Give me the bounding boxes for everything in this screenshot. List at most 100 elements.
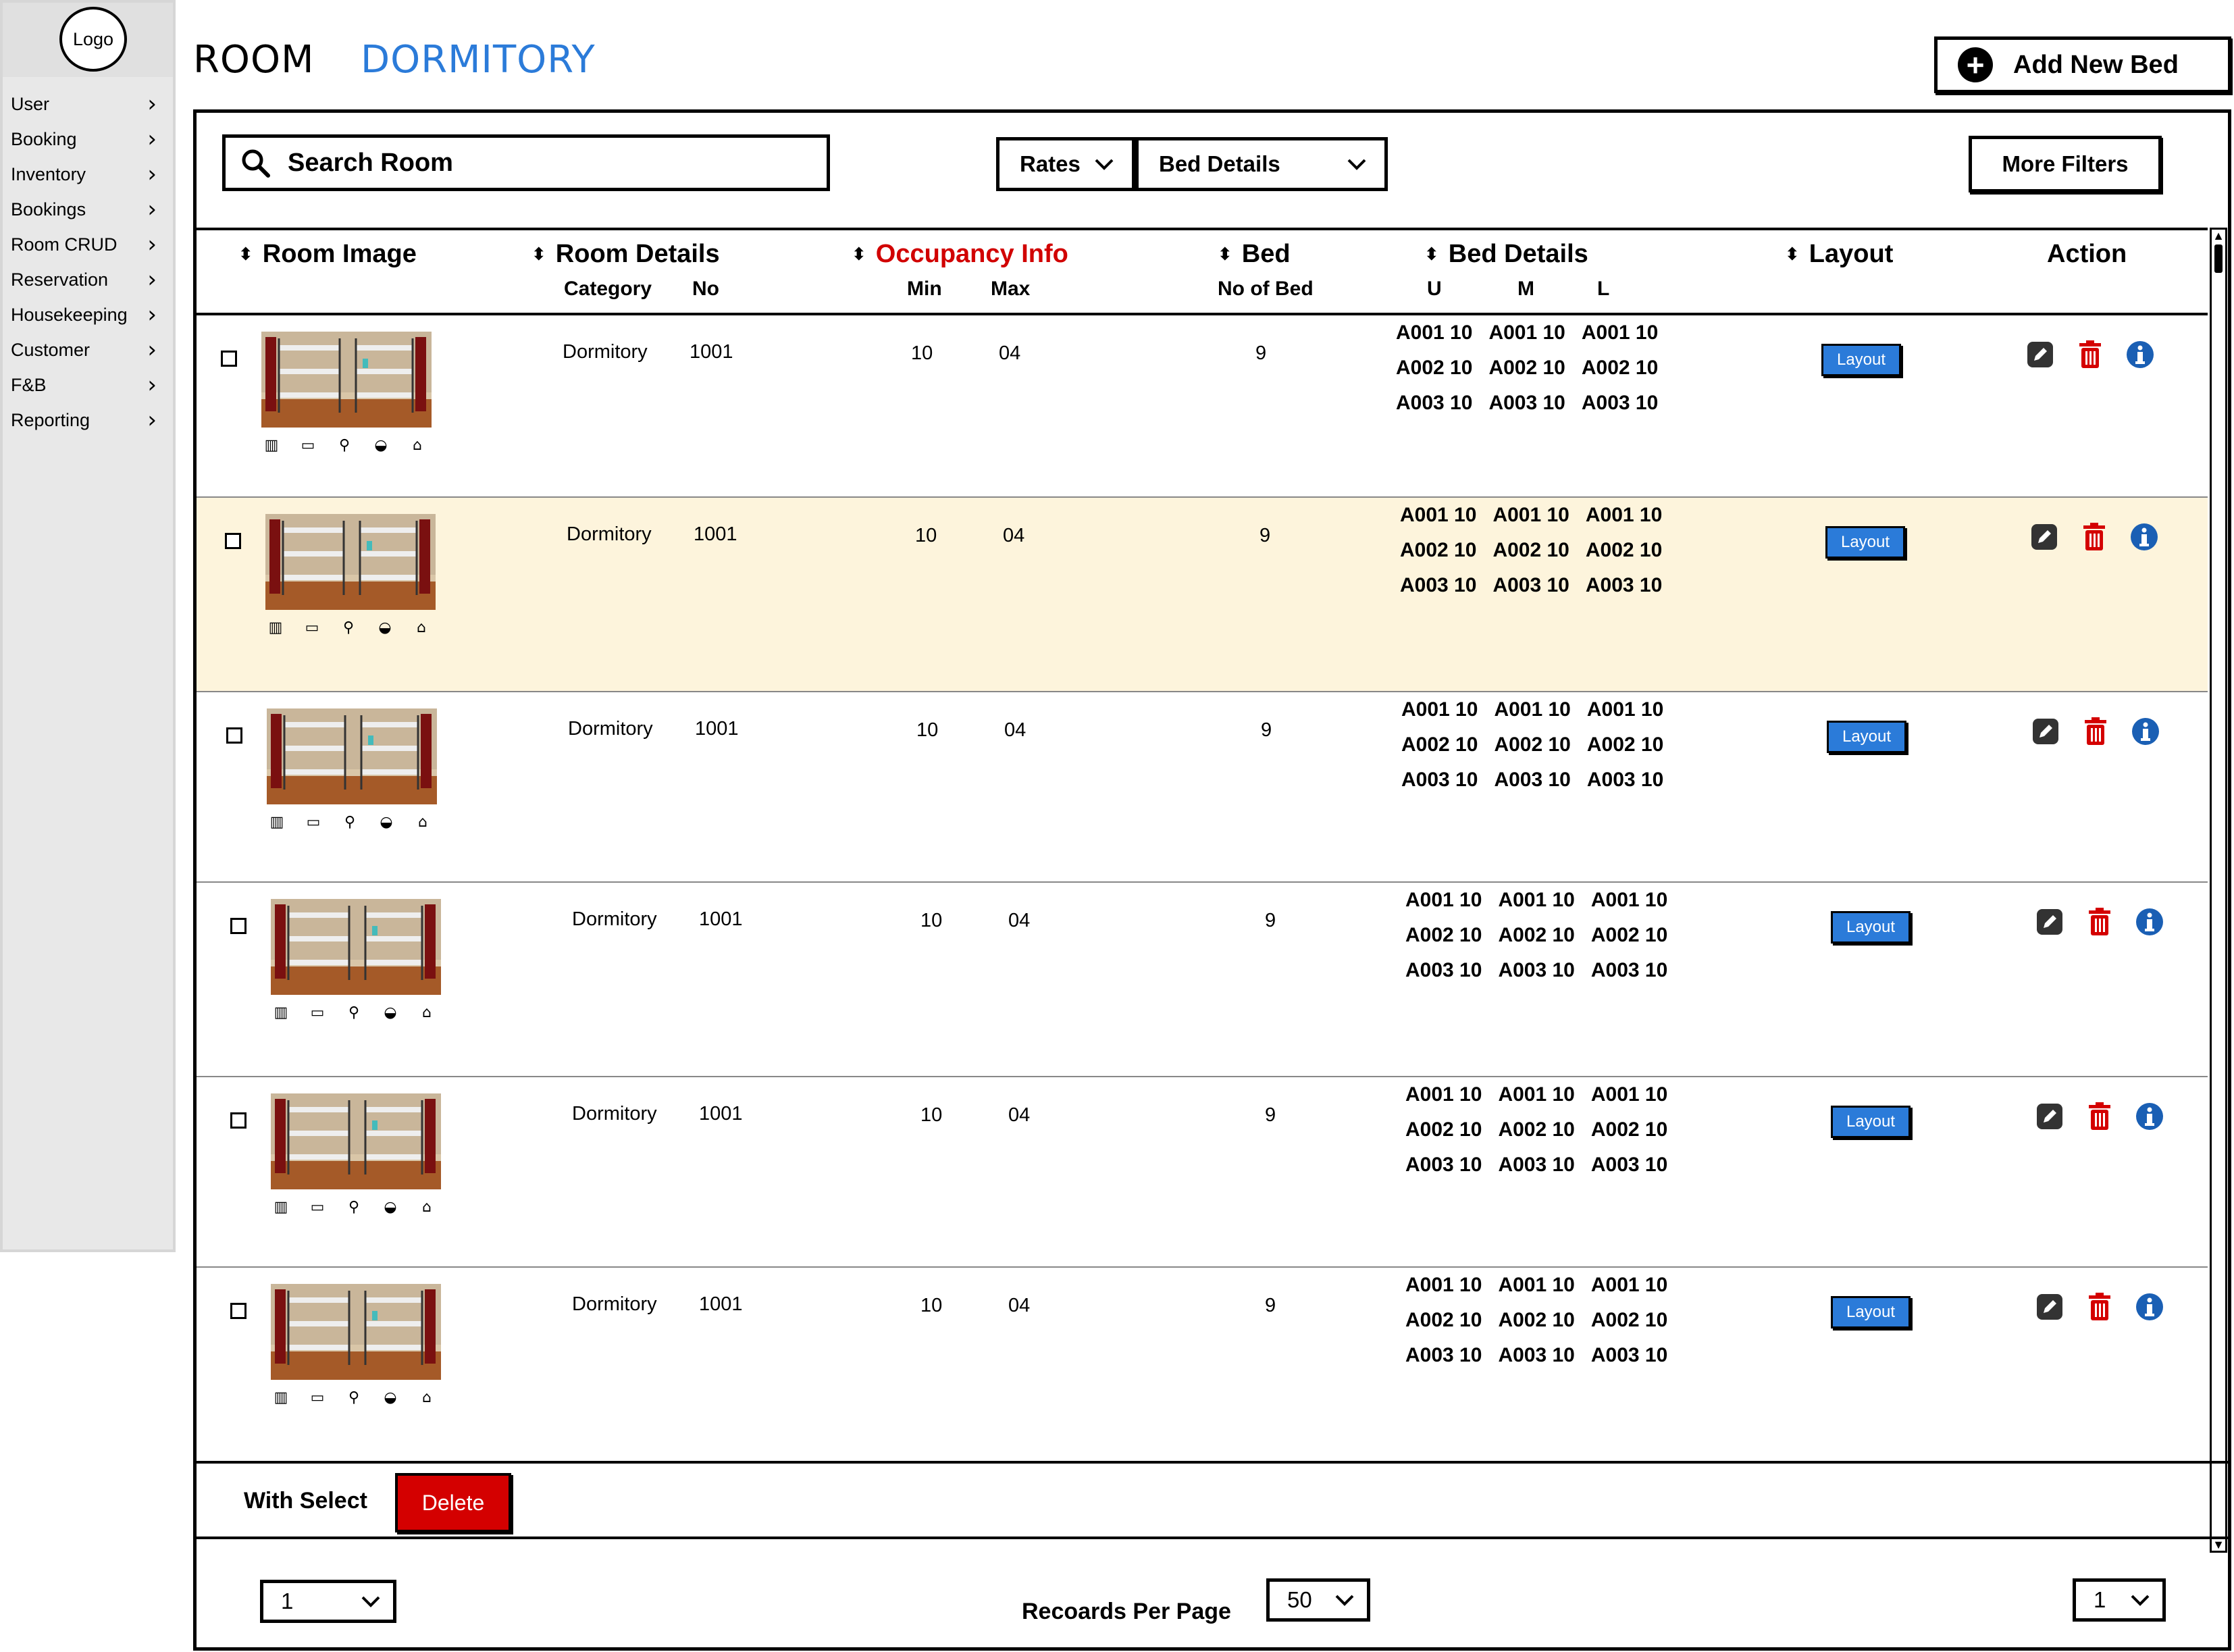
sort-icon[interactable]: ⬍	[1218, 246, 1232, 263]
table-row: ▥ ▭ ⚲ ◒ ⌂ Dormitory 1001 10 04 9 A001 10 A001…	[197, 1077, 2208, 1268]
info-icon[interactable]	[2125, 340, 2155, 369]
trash-icon[interactable]	[2081, 717, 2110, 746]
air-conditioner-icon: ▭	[310, 1199, 325, 1216]
info-icon[interactable]	[2135, 907, 2164, 937]
sidebar-item-bookings[interactable]: Bookings ›	[3, 192, 173, 227]
table-row: ▥ ▭ ⚲ ◒ ⌂ Dormitory 1001 10 04 9 A001 10 A001…	[197, 498, 2208, 692]
bed-code: A002 10	[1400, 539, 1477, 561]
row-checkbox[interactable]	[230, 918, 246, 934]
wardrobe-icon: ▥	[274, 1199, 288, 1216]
sidebar-item-customer[interactable]: Customer ›	[3, 332, 173, 367]
sort-icon[interactable]: ⬍	[852, 246, 866, 263]
info-icon[interactable]	[2129, 522, 2159, 552]
row-checkbox[interactable]	[226, 727, 242, 744]
table-row: ▥ ▭ ⚲ ◒ ⌂ Dormitory 1001 10 04 9 A001 10 A001…	[197, 692, 2208, 883]
header-bed-details[interactable]: ⬍ Bed Details	[1424, 240, 1588, 269]
bed-details-dropdown[interactable]: Bed Details	[1135, 137, 1388, 191]
bed-code: A002 10	[1492, 539, 1569, 561]
records-per-page-select[interactable]: 50	[1266, 1578, 1370, 1622]
no-of-bed-cell: 9	[1261, 719, 1272, 741]
sort-icon[interactable]: ⬍	[1424, 246, 1439, 263]
trash-icon[interactable]	[2085, 1102, 2114, 1131]
layout-button[interactable]: Layout	[1825, 526, 1905, 559]
sidebar-item-inventory[interactable]: Inventory ›	[3, 157, 173, 192]
edit-icon[interactable]	[2025, 340, 2055, 369]
info-icon[interactable]	[2135, 1292, 2164, 1322]
more-filters-button[interactable]: More Filters	[1969, 136, 2162, 192]
sidebar-item-booking[interactable]: Booking ›	[3, 122, 173, 157]
header-label: Room Image	[262, 240, 417, 268]
layout-button[interactable]: Layout	[1827, 721, 1906, 753]
scroll-thumb[interactable]	[2214, 244, 2223, 273]
layout-button[interactable]: Layout	[1831, 1106, 1911, 1138]
sort-icon[interactable]: ⬍	[1785, 246, 1800, 263]
scroll-down-icon[interactable]: ▼	[2212, 1539, 2225, 1551]
table-row: ▥ ▭ ⚲ ◒ ⌂ Dormitory 1001 10 04 9 A001 10 A001…	[197, 1268, 2208, 1461]
header-room-details[interactable]: ⬍ Room Details	[531, 240, 720, 269]
room-thumbnail[interactable]	[261, 332, 432, 428]
bed-code: A002 10	[1405, 924, 1482, 946]
edit-icon[interactable]	[2035, 1292, 2064, 1322]
delete-button[interactable]: Delete	[395, 1473, 511, 1532]
add-new-bed-button[interactable]: + Add New Bed	[1934, 36, 2231, 93]
bicycle-icon: ⚲	[338, 437, 350, 454]
rates-dropdown[interactable]: Rates	[996, 137, 1135, 191]
subheader-max: Max	[991, 278, 1031, 300]
sort-icon[interactable]: ⬍	[531, 246, 546, 263]
sidebar-item-reporting[interactable]: Reporting ›	[3, 403, 173, 438]
edit-icon[interactable]	[2035, 907, 2064, 937]
edit-icon[interactable]	[2035, 1102, 2064, 1131]
room-thumbnail[interactable]	[267, 708, 437, 804]
no-of-bed-cell: 9	[1265, 910, 1276, 931]
sidebar-item-housekeeping[interactable]: Housekeeping ›	[3, 297, 173, 332]
header-room-image[interactable]: ⬍ Room Image	[238, 240, 417, 269]
header-layout[interactable]: ⬍ Layout	[1785, 240, 1893, 269]
sidebar-item-user[interactable]: User ›	[3, 86, 173, 122]
sidebar-item-reservation[interactable]: Reservation ›	[3, 262, 173, 297]
bed-line: A003 10 A003 10 A003 10	[1405, 1338, 1667, 1373]
room-thumbnail[interactable]	[271, 899, 441, 995]
room-thumbnail[interactable]	[271, 1093, 441, 1189]
header-label: Bed Details	[1448, 240, 1588, 268]
bed-code: A002 10	[1498, 924, 1575, 946]
page-select-left[interactable]: 1	[260, 1580, 396, 1623]
row-checkbox[interactable]	[230, 1112, 246, 1129]
header-label: Layout	[1809, 240, 1894, 268]
bed-code: A003 10	[1396, 392, 1473, 414]
edit-icon[interactable]	[2031, 717, 2060, 746]
bed-details-cell: A001 10 A001 10 A001 10 A002 10 A002 10 A002 …	[1405, 883, 1667, 988]
row-checkbox[interactable]	[225, 533, 241, 549]
vertical-scrollbar[interactable]: ▲ ▼	[2210, 228, 2227, 1553]
header-occupancy[interactable]: ⬍ Occupancy Info	[852, 240, 1068, 269]
scroll-up-icon[interactable]: ▲	[2212, 230, 2225, 242]
trash-icon[interactable]	[2079, 522, 2109, 552]
sort-icon[interactable]: ⬍	[238, 246, 253, 263]
layout-button[interactable]: Layout	[1821, 344, 1901, 376]
trash-icon[interactable]	[2085, 1292, 2114, 1322]
search-input[interactable]: Search Room	[222, 134, 830, 191]
header-bed[interactable]: ⬍ Bed	[1218, 240, 1291, 269]
info-icon[interactable]	[2131, 717, 2160, 746]
layout-button[interactable]: Layout	[1831, 911, 1911, 944]
sidebar-item-fnb[interactable]: F&B ›	[3, 367, 173, 403]
hanger-icon: ⌂	[418, 814, 427, 831]
sidebar-item-room-crud[interactable]: Room CRUD ›	[3, 227, 173, 262]
trash-icon[interactable]	[2075, 340, 2105, 369]
chevron-down-icon	[1095, 159, 1114, 170]
row-checkbox[interactable]	[221, 351, 237, 367]
category-cell: Dormitory	[563, 341, 648, 363]
tab-room[interactable]: ROOM	[193, 38, 314, 82]
room-thumbnail[interactable]	[271, 1284, 441, 1380]
min-cell: 10	[915, 525, 937, 546]
no-of-bed-cell: 9	[1255, 342, 1267, 364]
info-icon[interactable]	[2135, 1102, 2164, 1131]
page-select-right[interactable]: 1	[2073, 1578, 2166, 1622]
min-cell: 10	[911, 342, 933, 364]
room-thumbnail[interactable]	[265, 514, 436, 610]
tab-dormitory[interactable]: DORMITORY	[361, 38, 596, 82]
edit-icon[interactable]	[2029, 522, 2059, 552]
row-checkbox[interactable]	[230, 1303, 246, 1319]
trash-icon[interactable]	[2085, 907, 2114, 937]
layout-button[interactable]: Layout	[1831, 1296, 1911, 1328]
wardrobe-icon: ▥	[274, 1389, 288, 1406]
